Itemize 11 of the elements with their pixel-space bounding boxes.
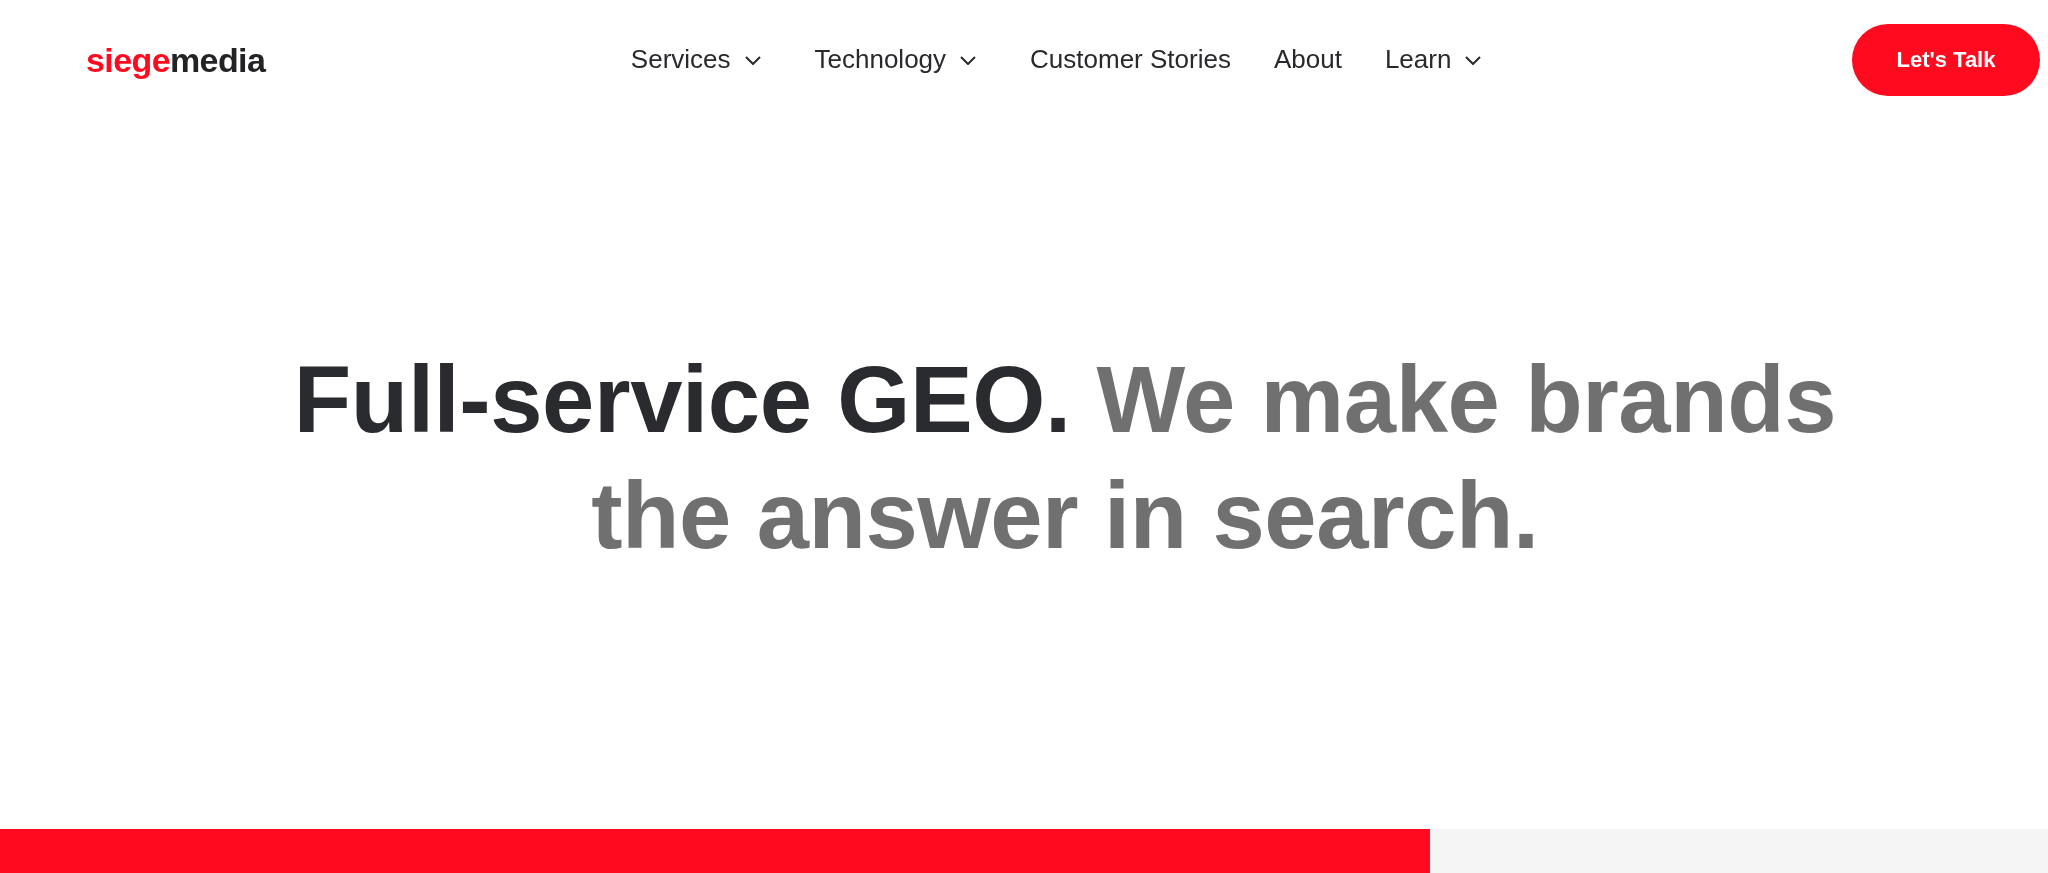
hero-headline: Full-service GEO. We make brands the answer in search. — [292, 346, 1838, 570]
chevron-down-icon — [960, 55, 977, 65]
nav-menu-link[interactable]: Services — [630, 44, 761, 76]
nav-link[interactable]: Customer Stories — [1030, 44, 1231, 76]
nav-link[interactable]: About — [1273, 44, 1342, 76]
logo[interactable]: siegemedia — [86, 43, 266, 77]
chevron-down-icon — [744, 55, 761, 65]
nav-menu-link[interactable]: Technology — [814, 44, 977, 76]
chevron-down-icon — [1465, 55, 1482, 65]
lets-talk-button[interactable]: Let's Talk — [1852, 24, 2040, 96]
nav-menu-link[interactable]: Learn — [1384, 44, 1482, 76]
